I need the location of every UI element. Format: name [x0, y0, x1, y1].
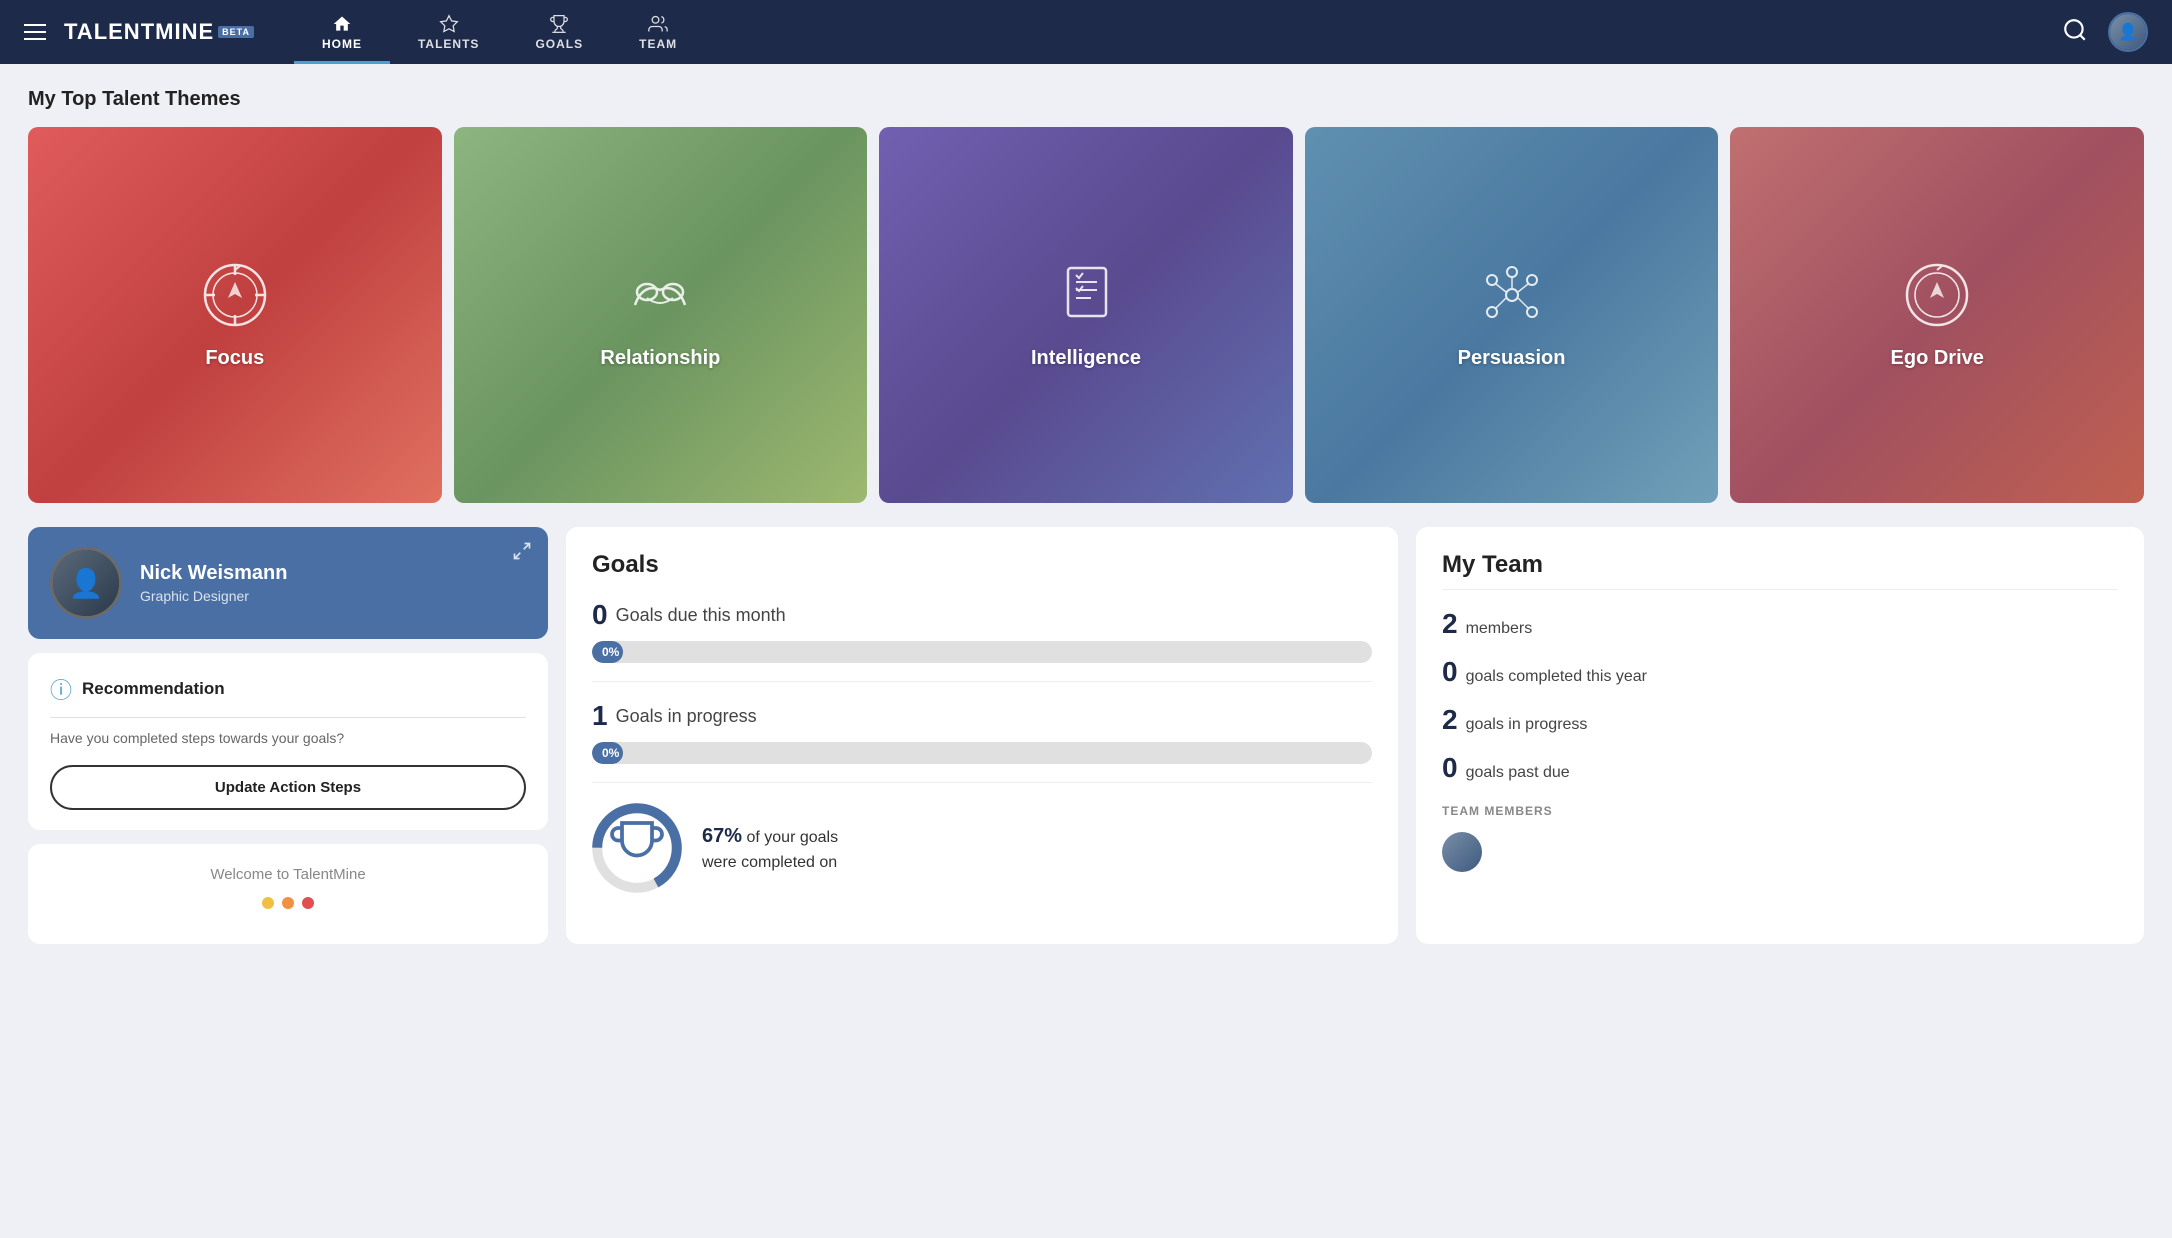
- nav-links: HOME TALENTS GOALS TEAM: [294, 0, 2062, 64]
- goals-progress-bar-fill: 0%: [592, 742, 623, 764]
- talent-card-persuasion[interactable]: Persuasion: [1305, 127, 1719, 503]
- welcome-title: Welcome to TalentMine: [50, 866, 526, 883]
- talent-label-persuasion: Persuasion: [1458, 347, 1566, 370]
- goals-progress-text: Goals in progress: [616, 706, 757, 727]
- talent-label-focus: Focus: [205, 347, 264, 370]
- goals-progress-label: 1 Goals in progress: [592, 700, 1372, 732]
- talent-themes-grid: Focus Relationship: [28, 127, 2144, 503]
- profile-card: 👤 Nick Weismann Graphic Designer: [28, 527, 548, 639]
- rec-header: ⓘ Recommendation: [50, 673, 526, 718]
- talent-label-relationship: Relationship: [600, 347, 720, 370]
- profile-title-text: Graphic Designer: [140, 588, 526, 604]
- team-in-progress-count: 2: [1442, 704, 1458, 736]
- talent-label-egodrive: Ego Drive: [1891, 347, 1984, 370]
- goals-due-progress-fill: 0%: [592, 641, 623, 663]
- team-stat-past-due: 0 goals past due: [1442, 752, 2118, 784]
- talent-card-relationship[interactable]: Relationship: [454, 127, 868, 503]
- talent-card-egodrive[interactable]: Ego Drive: [1730, 127, 2144, 503]
- nav-talents[interactable]: TALENTS: [390, 0, 507, 64]
- profile-name: Nick Weismann: [140, 562, 526, 585]
- team-stat-in-progress: 2 goals in progress: [1442, 704, 2118, 736]
- recommendation-card: ⓘ Recommendation Have you completed step…: [28, 653, 548, 830]
- update-action-steps-button[interactable]: Update Action Steps: [50, 765, 526, 810]
- goals-due-label: 0 Goals due this month: [592, 599, 1372, 631]
- welcome-dot-3: [302, 897, 314, 909]
- welcome-dots: [50, 897, 526, 909]
- team-completed-count: 0: [1442, 656, 1458, 688]
- goals-percent-text: 67% of your goalswere completed on: [702, 821, 838, 875]
- main-content: My Top Talent Themes Focus: [0, 64, 2172, 968]
- goals-completed-percent: 67%: [702, 825, 742, 847]
- team-section-title: My Team: [1442, 551, 2118, 579]
- team-member-row: [1442, 832, 2118, 872]
- team-completed-label: goals completed this year: [1466, 668, 1647, 686]
- goals-due-progress-label: 0%: [602, 645, 619, 659]
- goals-section-title: Goals: [592, 551, 1372, 579]
- info-icon: ⓘ: [50, 673, 72, 705]
- goals-donut-chart: [592, 803, 682, 893]
- goals-due-this-month: 0 Goals due this month 0%: [592, 599, 1372, 663]
- team-stat-members: 2 members: [1442, 608, 2118, 640]
- welcome-dot-1: [262, 897, 274, 909]
- goals-due-count: 0: [592, 599, 608, 631]
- goals-progress-bar-bg: 0%: [592, 742, 1372, 764]
- nav-right: 👤: [2062, 12, 2148, 52]
- hamburger-menu[interactable]: [24, 24, 46, 40]
- team-divider: [1442, 589, 2118, 590]
- talent-card-intelligence[interactable]: Intelligence: [879, 127, 1293, 503]
- goals-panel: Goals 0 Goals due this month 0% 1 Goals …: [566, 527, 1398, 944]
- team-past-due-count: 0: [1442, 752, 1458, 784]
- navbar: TALENTMINE BETA HOME TALENTS GOALS TEAM …: [0, 0, 2172, 64]
- team-member-avatar: [1442, 832, 1482, 872]
- goals-progress-count: 1: [592, 700, 608, 732]
- talent-themes-title: My Top Talent Themes: [28, 88, 2144, 111]
- rec-title: Recommendation: [82, 679, 225, 699]
- team-stat-completed: 0 goals completed this year: [1442, 656, 2118, 688]
- app-name: TALENTMINE: [64, 19, 214, 45]
- expand-icon[interactable]: [512, 541, 532, 566]
- user-avatar[interactable]: 👤: [2108, 12, 2148, 52]
- team-members-label: members: [1466, 620, 1533, 638]
- goals-chart-area: 67% of your goalswere completed on: [592, 803, 1372, 893]
- rec-body: Have you completed steps towards your go…: [50, 728, 526, 749]
- nav-goals[interactable]: GOALS: [507, 0, 611, 64]
- talent-label-intelligence: Intelligence: [1031, 347, 1141, 370]
- team-past-due-label: goals past due: [1466, 764, 1570, 782]
- profile-info: Nick Weismann Graphic Designer: [140, 562, 526, 604]
- team-in-progress-label: goals in progress: [1466, 716, 1588, 734]
- profile-avatar: 👤: [50, 547, 122, 619]
- goals-due-progress-bg: 0%: [592, 641, 1372, 663]
- goals-in-progress: 1 Goals in progress 0%: [592, 700, 1372, 764]
- team-panel: My Team 2 members 0 goals completed this…: [1416, 527, 2144, 944]
- talent-card-focus[interactable]: Focus: [28, 127, 442, 503]
- app-logo: TALENTMINE BETA: [64, 19, 254, 45]
- team-members-count: 2: [1442, 608, 1458, 640]
- goals-divider-1: [592, 681, 1372, 682]
- goals-divider-2: [592, 782, 1372, 783]
- search-icon[interactable]: [2062, 17, 2088, 48]
- nav-team[interactable]: TEAM: [611, 0, 705, 64]
- team-members-section-label: TEAM MEMBERS: [1442, 804, 2118, 818]
- goals-due-text: Goals due this month: [616, 605, 786, 626]
- lower-grid: 👤 Nick Weismann Graphic Designer ⓘ Recom…: [28, 527, 2144, 944]
- welcome-card: Welcome to TalentMine: [28, 844, 548, 944]
- goals-progress-bar-label: 0%: [602, 746, 619, 760]
- nav-home[interactable]: HOME: [294, 0, 390, 64]
- app-badge: BETA: [218, 26, 254, 38]
- welcome-dot-2: [282, 897, 294, 909]
- left-panel: 👤 Nick Weismann Graphic Designer ⓘ Recom…: [28, 527, 548, 944]
